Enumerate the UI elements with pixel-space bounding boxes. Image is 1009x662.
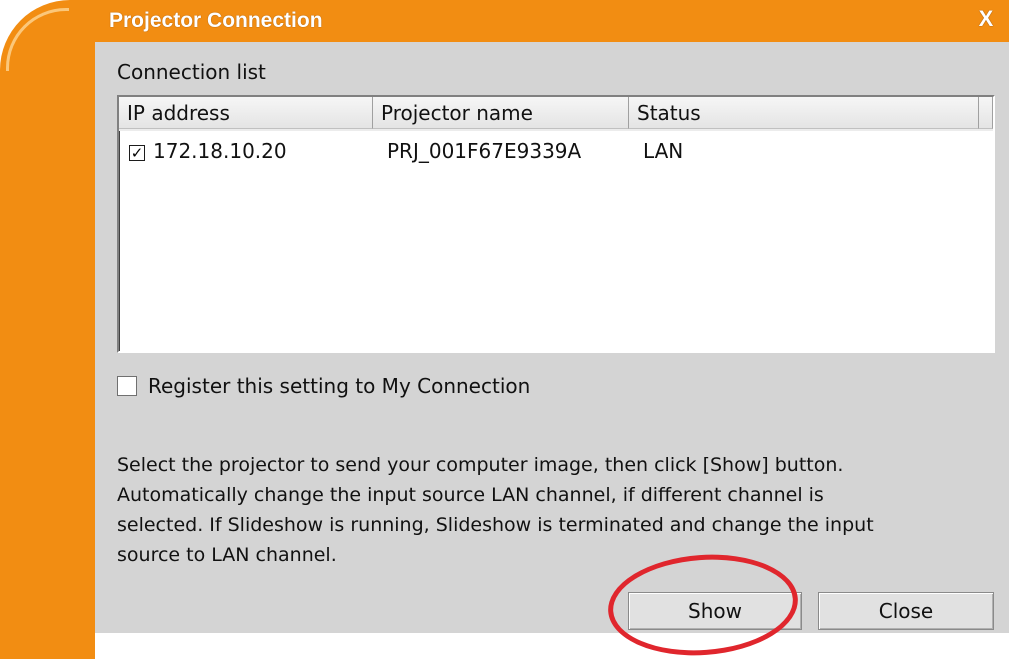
instructions-line: Automatically change the input source LA… (117, 484, 824, 506)
column-header-filler (979, 97, 993, 129)
window-frame-side (0, 0, 104, 659)
checkbox-unchecked-icon[interactable] (117, 376, 137, 396)
instructions-line: selected. If Slideshow is running, Slide… (117, 514, 874, 536)
table-row[interactable]: ✓ 172.18.10.20 PRJ_001F67E9339A LAN (119, 137, 979, 171)
window-bottom-edge (95, 633, 1009, 659)
show-button[interactable]: Show (628, 592, 802, 630)
list-header: IP address Projector name Status (119, 97, 993, 131)
close-icon[interactable]: X (975, 8, 997, 30)
row-ip-address: 172.18.10.20 (153, 139, 287, 163)
column-header-ip[interactable]: IP address (119, 97, 373, 129)
window-title: Projector Connection (109, 9, 323, 32)
column-header-name[interactable]: Projector name (373, 97, 629, 129)
connection-list-label: Connection list (117, 60, 266, 84)
instructions-line: Select the projector to send your comput… (117, 454, 844, 476)
instructions-text: Select the projector to send your comput… (117, 450, 987, 570)
row-status: LAN (643, 139, 684, 163)
column-header-status[interactable]: Status (629, 97, 979, 129)
app-window: Projector Connection X Connection list I… (0, 0, 1009, 662)
instructions-line: source to LAN channel. (117, 544, 337, 566)
close-button[interactable]: Close (818, 592, 994, 630)
title-bar[interactable]: Projector Connection X (95, 0, 1009, 42)
register-checkbox-label[interactable]: Register this setting to My Connection (148, 374, 530, 398)
row-projector-name: PRJ_001F67E9339A (387, 139, 582, 163)
connection-list[interactable]: IP address Projector name Status ✓ 172.1… (117, 95, 995, 353)
checkbox-checked-icon[interactable]: ✓ (129, 145, 145, 161)
